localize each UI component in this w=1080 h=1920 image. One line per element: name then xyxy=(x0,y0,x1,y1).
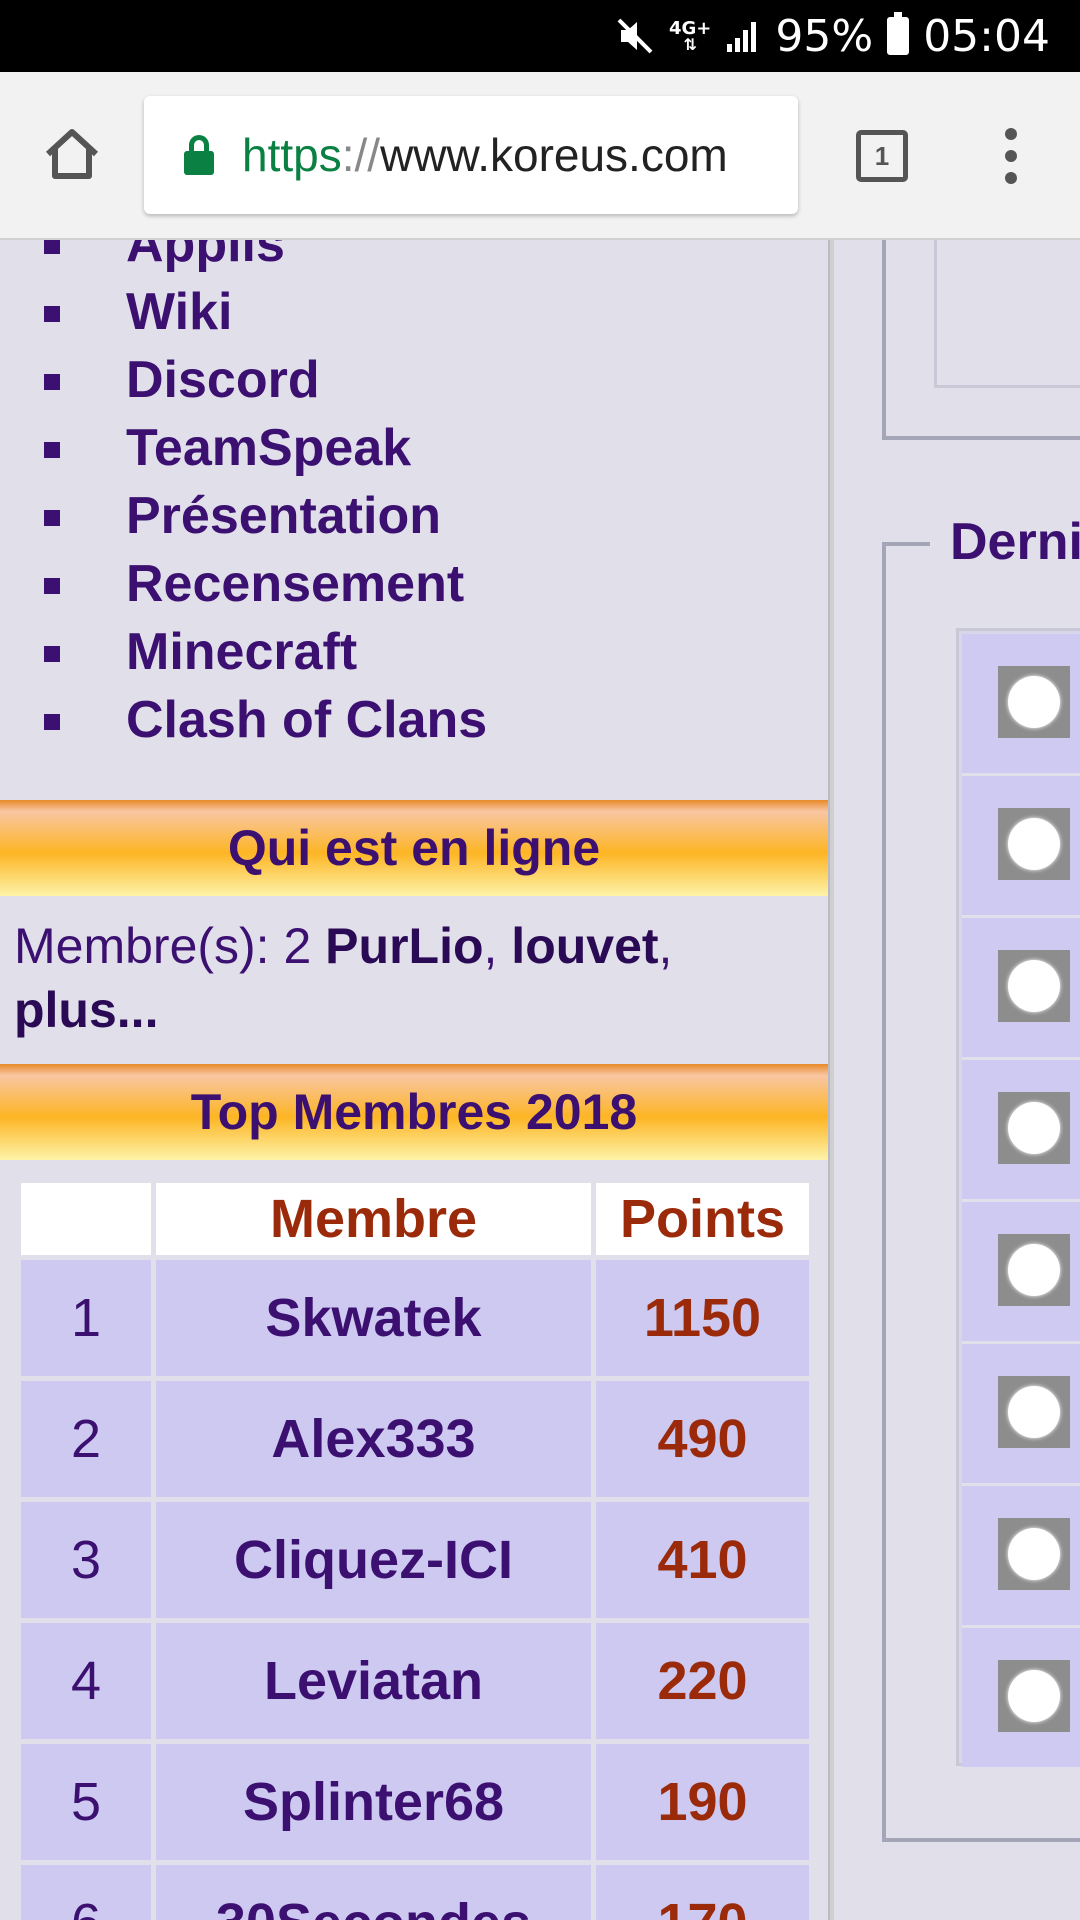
tabs-icon[interactable]: 1 xyxy=(856,130,908,182)
home-icon[interactable] xyxy=(42,124,102,184)
col-rank-header xyxy=(21,1183,151,1255)
list-item[interactable] xyxy=(962,634,1080,776)
url-separator: :// xyxy=(341,129,381,181)
battery-icon xyxy=(887,12,910,55)
member-link[interactable]: 30Secondes xyxy=(156,1865,591,1920)
top-members-table: Membre Points 1 Skwatek 1150 2 Alex333 4… xyxy=(16,1178,814,1920)
url-scheme: https xyxy=(242,129,342,181)
mute-icon xyxy=(615,16,655,56)
member-link[interactable]: Cliquez-ICI xyxy=(156,1502,591,1618)
list-item[interactable] xyxy=(962,1486,1080,1628)
latest-panel-title: Derni xyxy=(950,513,1080,571)
points-cell: 190 xyxy=(596,1744,809,1860)
lock-icon xyxy=(184,135,214,175)
list-item[interactable] xyxy=(962,776,1080,918)
right-frame-top-inner xyxy=(934,240,1080,388)
table-row: 1 Skwatek 1150 xyxy=(21,1260,809,1376)
nav-item-wiki[interactable]: Wiki xyxy=(0,278,828,346)
col-member-header: Membre xyxy=(156,1183,591,1255)
online-more-link[interactable]: plus... xyxy=(14,982,158,1038)
points-cell: 1150 xyxy=(596,1260,809,1376)
rank-cell: 5 xyxy=(21,1744,151,1860)
status-bar: 4G+ ⇅ 95% 05:04 xyxy=(0,0,1080,72)
status-icons: 4G+ ⇅ 95% 05:04 xyxy=(615,0,1050,72)
member-link[interactable]: Splinter68 xyxy=(156,1744,591,1860)
online-trailing: , xyxy=(658,918,673,974)
rank-cell: 3 xyxy=(21,1502,151,1618)
member-link[interactable]: Leviatan xyxy=(156,1623,591,1739)
browser-toolbar: https://www.koreus.com 1 xyxy=(0,72,1080,240)
web-page: Applis Wiki Discord TeamSpeak Présentati… xyxy=(0,240,1080,1920)
online-separator: , xyxy=(483,918,512,974)
points-cell: 220 xyxy=(596,1623,809,1739)
col-points-header: Points xyxy=(596,1183,809,1255)
rank-cell: 6 xyxy=(21,1865,151,1920)
nav-item-teamspeak[interactable]: TeamSpeak xyxy=(0,414,828,482)
column-divider xyxy=(828,240,834,1920)
table-row: 3 Cliquez-ICI 410 xyxy=(21,1502,809,1618)
avatar[interactable] xyxy=(998,1092,1070,1164)
list-item[interactable] xyxy=(962,1628,1080,1770)
points-cell: 410 xyxy=(596,1502,809,1618)
avatar[interactable] xyxy=(998,1234,1070,1306)
table-row: 6 30Secondes 170 xyxy=(21,1865,809,1920)
avatar[interactable] xyxy=(998,1376,1070,1448)
rank-cell: 1 xyxy=(21,1260,151,1376)
online-member-link[interactable]: louvet xyxy=(511,918,658,974)
avatar[interactable] xyxy=(998,1518,1070,1590)
list-item[interactable] xyxy=(962,1060,1080,1202)
table-row: 4 Leviatan 220 xyxy=(21,1623,809,1739)
online-member-link[interactable]: PurLio xyxy=(325,918,483,974)
member-link[interactable]: Alex333 xyxy=(156,1381,591,1497)
list-item[interactable] xyxy=(962,918,1080,1060)
url-text[interactable]: https://www.koreus.com xyxy=(242,128,728,182)
member-link[interactable]: Skwatek xyxy=(156,1260,591,1376)
rank-cell: 2 xyxy=(21,1381,151,1497)
nav-item-applis[interactable]: Applis xyxy=(0,240,828,278)
avatar[interactable] xyxy=(998,950,1070,1022)
list-item[interactable] xyxy=(962,1344,1080,1486)
table-header-row: Membre Points xyxy=(21,1183,809,1255)
network-arrows-icon: 4G+ ⇅ xyxy=(669,18,712,54)
online-members-text: Membre(s): 2 PurLio, louvet, plus... xyxy=(14,914,814,1042)
nav-item-discord[interactable]: Discord xyxy=(0,346,828,414)
nav-item-minecraft[interactable]: Minecraft xyxy=(0,618,828,686)
rank-cell: 4 xyxy=(21,1623,151,1739)
top-members-heading: Top Membres 2018 xyxy=(0,1064,828,1160)
signal-icon xyxy=(725,18,761,54)
online-heading: Qui est en ligne xyxy=(0,800,828,896)
avatar[interactable] xyxy=(998,666,1070,738)
nav-item-recensement[interactable]: Recensement xyxy=(0,550,828,618)
nav-list: Applis Wiki Discord TeamSpeak Présentati… xyxy=(0,240,828,754)
nav-item-presentation[interactable]: Présentation xyxy=(0,482,828,550)
left-column: Applis Wiki Discord TeamSpeak Présentati… xyxy=(0,240,828,1920)
overflow-menu-icon[interactable] xyxy=(996,128,1026,184)
points-cell: 490 xyxy=(596,1381,809,1497)
url-host: www.koreus.com xyxy=(380,129,728,181)
battery-percent: 95% xyxy=(775,10,874,62)
online-prefix: Membre(s): 2 xyxy=(14,918,326,974)
nav-item-clash-of-clans[interactable]: Clash of Clans xyxy=(0,686,828,754)
table-row: 2 Alex333 490 xyxy=(21,1381,809,1497)
avatar[interactable] xyxy=(998,808,1070,880)
avatar[interactable] xyxy=(998,1660,1070,1732)
latest-list xyxy=(962,634,1080,1770)
tab-count: 1 xyxy=(874,140,890,171)
clock: 05:04 xyxy=(923,10,1050,62)
points-cell: 170 xyxy=(596,1865,809,1920)
address-bar[interactable]: https://www.koreus.com xyxy=(144,96,798,214)
list-item[interactable] xyxy=(962,1202,1080,1344)
table-row: 5 Splinter68 190 xyxy=(21,1744,809,1860)
